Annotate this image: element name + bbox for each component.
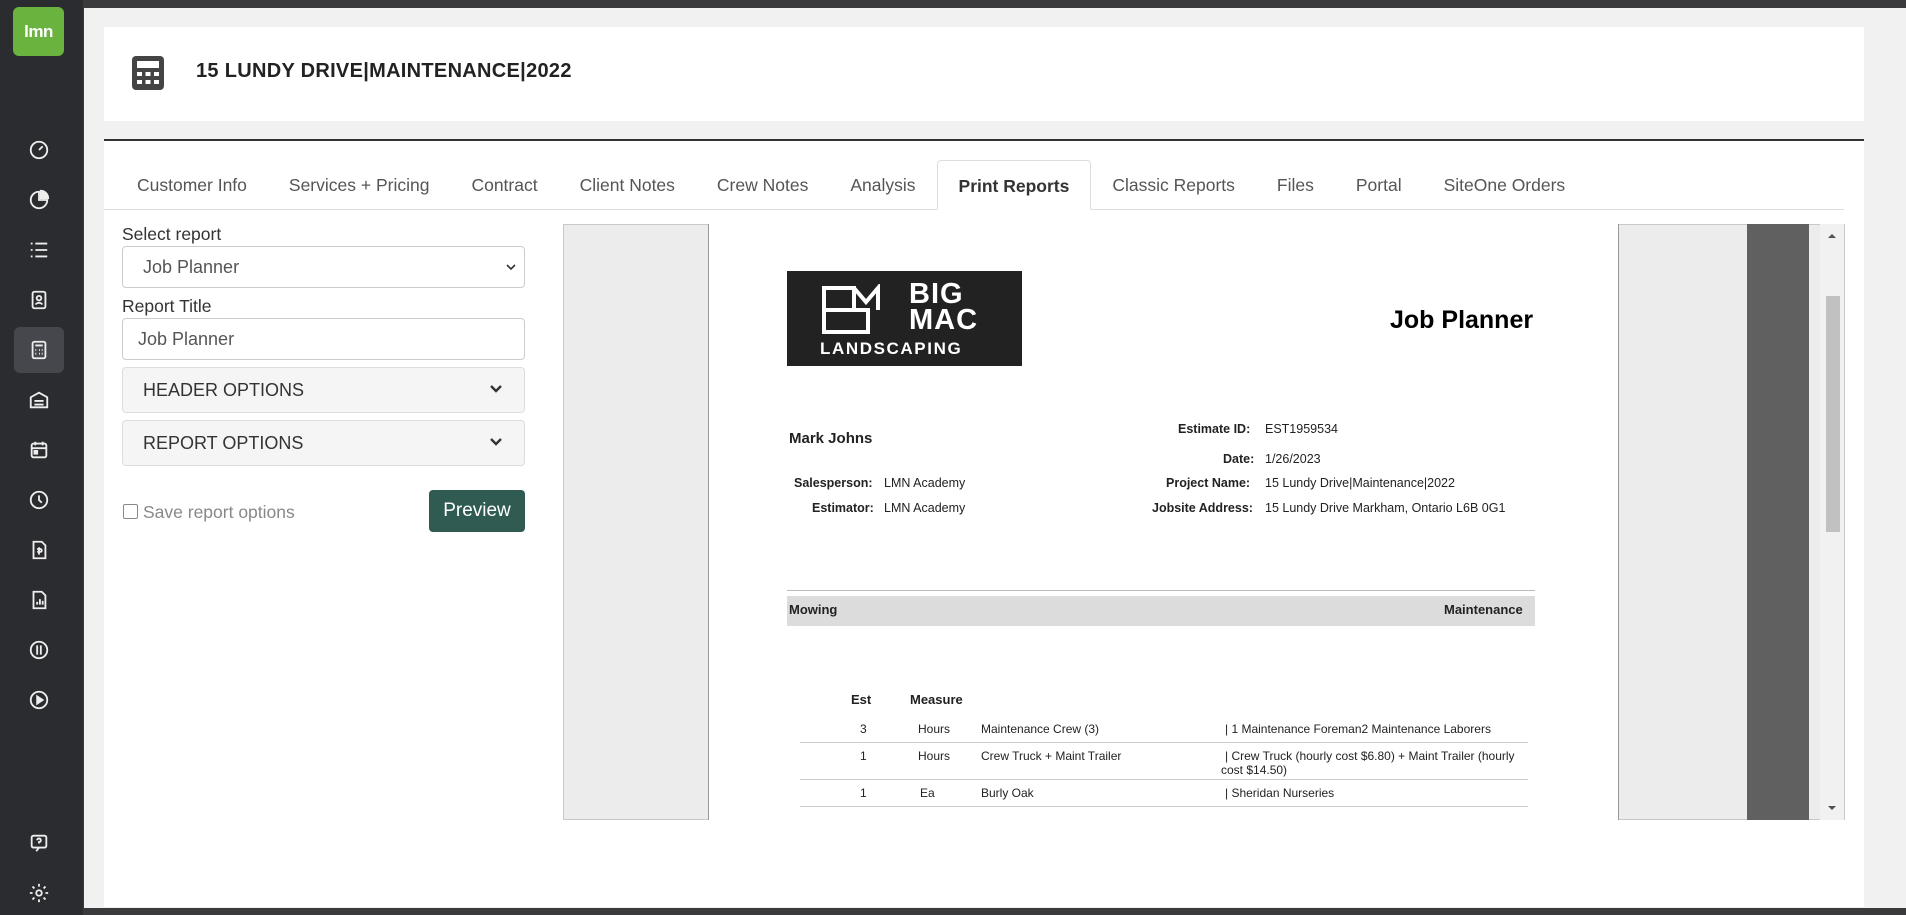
- page-title: 15 LUNDY DRIVE|MAINTENANCE|2022: [196, 60, 572, 82]
- calculator-icon[interactable]: [14, 327, 64, 373]
- section-divider: [787, 590, 1535, 591]
- help-icon[interactable]: [14, 820, 64, 866]
- report-title-label: Report Title: [122, 296, 212, 316]
- invoice-icon[interactable]: [14, 527, 64, 573]
- row-est: 3: [860, 722, 867, 736]
- company-logo: BIG MAC LANDSCAPING: [787, 271, 1022, 366]
- tab-classic-reports[interactable]: Classic Reports: [1091, 160, 1256, 210]
- row-est: 1: [860, 786, 867, 800]
- play-icon[interactable]: [14, 677, 64, 723]
- brand-line-3: LANDSCAPING: [820, 339, 963, 358]
- header-spacer: [104, 121, 1864, 140]
- jobsite-value: 15 Lundy Drive Markham, Ontario L6B 0G1: [1265, 501, 1506, 515]
- tab-siteone-orders[interactable]: SiteOne Orders: [1423, 160, 1587, 210]
- header-divider: [104, 139, 1864, 141]
- row-detail: | Sheridan Nurseries: [1225, 786, 1335, 800]
- header-options-label: HEADER OPTIONS: [143, 380, 305, 400]
- settings-icon[interactable]: [14, 870, 64, 915]
- project-name-value: 15 Lundy Drive|Maintenance|2022: [1265, 476, 1455, 490]
- select-report-label: Select report: [122, 224, 222, 244]
- preview-sidebar: [1747, 224, 1809, 820]
- preview-button[interactable]: Preview: [429, 490, 525, 532]
- salesperson-label: Salesperson:: [794, 476, 873, 490]
- row-item: Maintenance Crew (3): [981, 722, 1100, 736]
- report-options-accordion[interactable]: REPORT OPTIONS: [122, 420, 525, 466]
- col-measure-header: Measure: [910, 692, 963, 707]
- row-detail: | 1 Maintenance Foreman2 Maintenance Lab…: [1225, 722, 1491, 736]
- warehouse-icon[interactable]: [14, 377, 64, 423]
- clock-icon[interactable]: [14, 477, 64, 523]
- row-measure: Ea: [920, 786, 935, 800]
- calendar-icon[interactable]: [14, 427, 64, 473]
- select-report-value: Job Planner: [143, 257, 240, 277]
- dashboard-icon[interactable]: [14, 127, 64, 173]
- logo-text: lmn: [24, 21, 53, 41]
- tab-crew-notes[interactable]: Crew Notes: [696, 160, 829, 210]
- tab-analysis[interactable]: Analysis: [829, 160, 936, 210]
- quickbooks-icon[interactable]: [14, 627, 64, 673]
- tab-services-pricing[interactable]: Services + Pricing: [268, 160, 451, 210]
- tab-contract[interactable]: Contract: [450, 160, 558, 210]
- save-options-checkbox[interactable]: [123, 504, 138, 519]
- tab-files[interactable]: Files: [1256, 160, 1335, 210]
- brand-line-2: MAC: [909, 304, 979, 336]
- tab-client-notes[interactable]: Client Notes: [559, 160, 696, 210]
- calculator-icon: [132, 56, 164, 90]
- list-icon[interactable]: [14, 227, 64, 273]
- section-left-label: Mowing: [789, 602, 838, 617]
- estimator-label: Estimator:: [812, 501, 874, 515]
- date-label: Date:: [1223, 452, 1255, 466]
- row-measure: Hours: [918, 722, 951, 736]
- tab-customer-info[interactable]: Customer Info: [116, 160, 268, 210]
- col-est-header: Est: [851, 692, 872, 707]
- date-value: 1/26/2023: [1265, 452, 1321, 466]
- section-header: [787, 596, 1535, 626]
- logo-mark-icon: [822, 284, 880, 334]
- tab-bar: Customer Info Services + Pricing Contrac…: [116, 160, 1586, 210]
- section-right-label: Maintenance: [1444, 602, 1523, 617]
- report-icon[interactable]: [14, 577, 64, 623]
- select-report-dropdown[interactable]: Job Planner: [122, 246, 525, 288]
- report-heading: Job Planner: [1390, 306, 1534, 334]
- row-divider: [800, 779, 1528, 780]
- tab-portal[interactable]: Portal: [1335, 160, 1423, 210]
- row-est: 1: [860, 749, 867, 763]
- jobsite-label: Jobsite Address:: [1152, 501, 1253, 515]
- project-name-label: Project Name:: [1166, 476, 1251, 490]
- estimate-id-value: EST1959534: [1265, 422, 1338, 436]
- row-item: Crew Truck + Maint Trailer: [981, 749, 1122, 763]
- estimator-value: LMN Academy: [884, 501, 966, 515]
- report-options-label: REPORT OPTIONS: [143, 433, 304, 453]
- contacts-icon[interactable]: [14, 277, 64, 323]
- chevron-down-icon: [490, 385, 502, 393]
- save-options-label: Save report options: [143, 502, 295, 522]
- row-divider: [800, 806, 1528, 807]
- client-name: Mark Johns: [789, 430, 873, 447]
- estimate-id-label: Estimate ID:: [1178, 422, 1251, 436]
- row-detail: | Crew Truck (hourly cost $6.80) + Maint…: [1225, 749, 1515, 763]
- tab-print-reports[interactable]: Print Reports: [936, 160, 1092, 210]
- left-nav: lmn: [0, 0, 83, 915]
- scroll-down-icon[interactable]: [1826, 803, 1838, 813]
- row-divider: [800, 742, 1528, 743]
- chevron-down-icon: [490, 438, 502, 446]
- scroll-up-icon[interactable]: [1826, 231, 1838, 241]
- report-title-input[interactable]: Job Planner: [122, 318, 525, 360]
- pie-chart-icon[interactable]: [14, 177, 64, 223]
- scrollbar-thumb[interactable]: [1826, 296, 1840, 532]
- row-detail-continued: cost $14.50): [1221, 763, 1288, 777]
- header-options-accordion[interactable]: HEADER OPTIONS: [122, 367, 525, 413]
- report-title-value: Job Planner: [138, 329, 235, 349]
- salesperson-value: LMN Academy: [884, 476, 966, 490]
- row-measure: Hours: [918, 749, 951, 763]
- row-item: Burly Oak: [981, 786, 1034, 800]
- chevron-down-icon: [506, 264, 516, 271]
- lmn-logo[interactable]: lmn: [13, 7, 64, 56]
